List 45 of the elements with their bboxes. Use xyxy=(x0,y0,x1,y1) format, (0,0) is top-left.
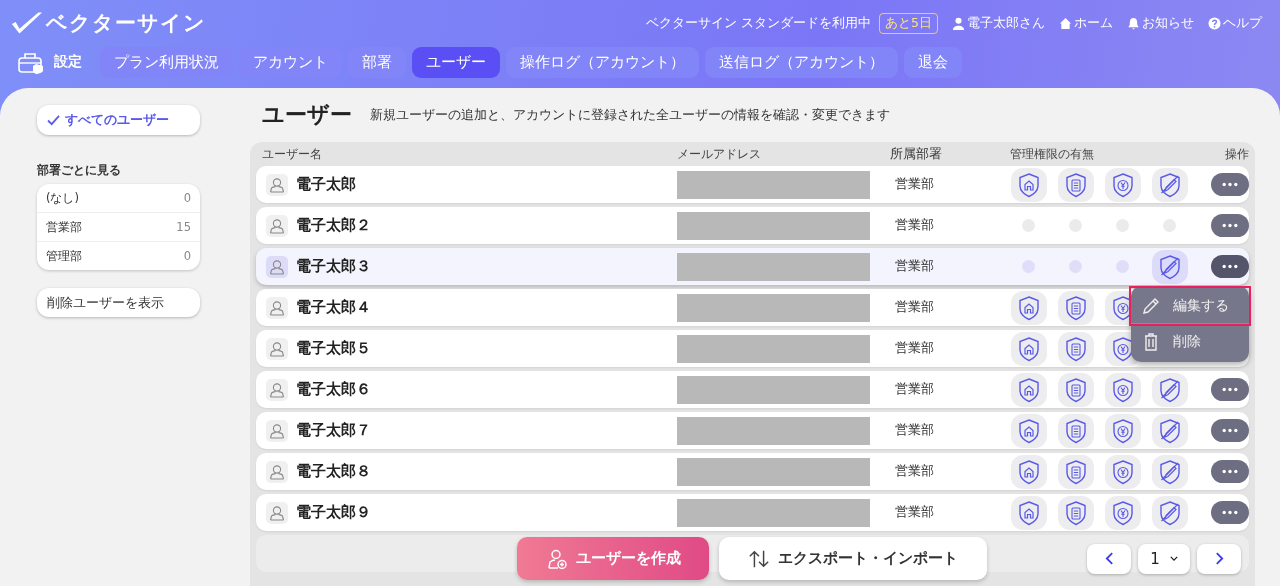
user-row[interactable]: 電子太郎８ 営業部 xyxy=(256,453,1249,490)
user-row[interactable]: 電子太郎２ 営業部 xyxy=(256,207,1249,244)
user-name: 電子太郎７ xyxy=(296,421,371,440)
user-name: 電子太郎８ xyxy=(296,462,371,481)
user-name: 電子太郎３ xyxy=(296,257,371,276)
logo-text: ベクターサイン xyxy=(46,10,206,37)
user-name: 電子太郎６ xyxy=(296,380,371,399)
department-cell: 営業部 xyxy=(895,504,934,519)
export-import-button[interactable]: エクスポート・インポート xyxy=(719,537,987,580)
user-row[interactable]: 電子太郎６ 営業部 xyxy=(256,371,1249,408)
user-name: 電子太郎 xyxy=(296,175,356,194)
user-name: 電子太郎９ xyxy=(296,503,371,522)
department-cell: 営業部 xyxy=(895,340,934,355)
show-deleted-users-button[interactable]: 削除ユーザーを表示 xyxy=(37,288,200,317)
page-title: ユーザー xyxy=(262,101,352,129)
department-item[interactable]: (なし) 0 xyxy=(37,184,200,213)
settings-label: 設定 xyxy=(54,53,82,71)
column-header: ユーザー名 xyxy=(261,145,323,163)
department-cell: 営業部 xyxy=(895,299,934,314)
page-select[interactable]: 1 xyxy=(1138,543,1190,574)
user-name: 電子太郎４ xyxy=(296,298,371,317)
department-cell: 営業部 xyxy=(895,176,934,191)
section-title: 部署ごとに見る xyxy=(37,163,122,178)
all-users-button[interactable]: すべてのユーザー xyxy=(37,105,200,135)
column-header: 操作 xyxy=(1224,145,1249,163)
department-cell: 営業部 xyxy=(895,258,934,273)
user-row[interactable]: 電子太郎７ 営業部 xyxy=(256,412,1249,449)
department-cell: 営業部 xyxy=(895,422,934,437)
user-row[interactable]: 電子太郎 営業部 xyxy=(256,166,1249,203)
department-cell: 営業部 xyxy=(895,381,934,396)
trial-badge: あと5日 xyxy=(879,12,938,34)
page-description: 新規ユーザーの追加と、アカウントに登録された全ユーザーの情報を確認・変更できます xyxy=(370,106,890,124)
user-name: 電子太郎２ xyxy=(296,216,371,235)
column-header: 管理権限の有無 xyxy=(1008,145,1095,163)
tab[interactable]: ユーザー xyxy=(412,46,500,78)
column-header: メールアドレス xyxy=(675,145,762,163)
department-cell: 営業部 xyxy=(895,217,934,232)
user-row[interactable]: 電子太郎９ 営業部 xyxy=(256,494,1249,531)
user-name: 電子太郎５ xyxy=(296,339,371,358)
plan-status: ベクターサイン スタンダードを利用中 xyxy=(646,14,872,32)
department-item[interactable]: 営業部 15 xyxy=(37,213,200,242)
column-header: 所属部署 xyxy=(890,145,944,163)
menu-item[interactable]: 編集する xyxy=(1131,288,1249,324)
department-cell: 営業部 xyxy=(895,463,934,478)
department-item[interactable]: 管理部 0 xyxy=(37,242,200,270)
